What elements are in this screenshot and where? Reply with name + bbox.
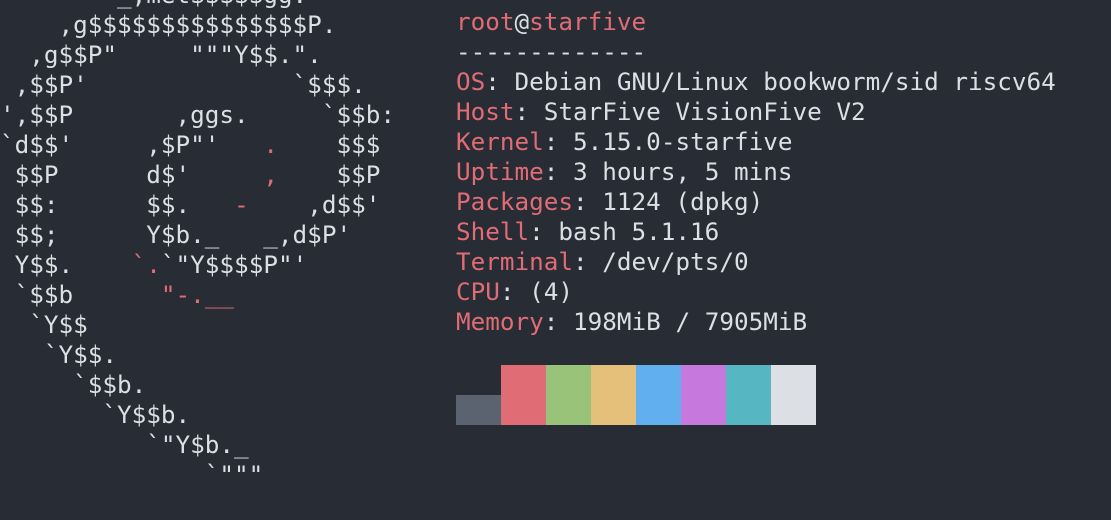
logo-segment: .	[263, 130, 278, 159]
info-row-host: Host: StarFive VisionFive V2	[456, 97, 1056, 127]
info-colon: :	[543, 157, 574, 186]
logo-segment: $$$	[277, 130, 381, 159]
username: root	[456, 7, 515, 36]
info-key: Uptime	[456, 157, 544, 186]
terminal-window[interactable]: _,met$$$$$gg. ,g$$$$$$$$$$$$$$$P. ,g$$P"…	[0, 0, 1111, 520]
info-colon: :	[514, 97, 544, 126]
logo-segment: $$P	[277, 160, 381, 189]
color-swatch	[456, 395, 501, 425]
info-row-kernel: Kernel: 5.15.0-starfive	[456, 127, 1056, 157]
info-key: Memory	[456, 307, 544, 336]
info-key: Shell	[456, 217, 530, 246]
logo-line: `Y$$b.	[0, 400, 395, 430]
at-sign: @	[514, 7, 530, 36]
logo-line: ,$$P' `$$$.	[0, 70, 395, 100]
logo-line: `"""	[0, 460, 395, 490]
info-key: Terminal	[456, 247, 574, 276]
info-colon: :	[573, 187, 603, 216]
color-swatch	[726, 365, 771, 425]
logo-segment: `"Y$$$$P"'	[160, 250, 308, 279]
info-value: 3 hours, 5 mins	[573, 157, 793, 186]
info-value: StarFive VisionFive V2	[543, 97, 866, 126]
info-colon: :	[529, 217, 559, 246]
logo-segment: "-.__	[160, 280, 235, 309]
logo-line: `$$b.	[0, 370, 395, 400]
info-value: (4)	[529, 277, 574, 306]
info-value: bash 5.1.16	[558, 217, 720, 246]
logo-segment: `.	[131, 250, 161, 279]
logo-segment: `$$b.	[0, 370, 147, 399]
info-row-shell: Shell: bash 5.1.16	[456, 217, 1056, 247]
info-key: Packages	[456, 187, 574, 216]
info-key: CPU	[456, 277, 500, 306]
color-swatch	[771, 365, 816, 425]
logo-line: Y$$. `.`"Y$$$$P"'	[0, 250, 395, 280]
logo-segment: `Y$$.	[0, 340, 118, 369]
logo-line: `Y$$.	[0, 340, 395, 370]
logo-segment: ,g$$P" """Y$$.".	[0, 40, 322, 69]
info-colon: :	[573, 247, 603, 276]
color-swatch	[681, 365, 726, 425]
info-row-memory: Memory: 198MiB / 7905MiB	[456, 307, 1056, 337]
info-row-os: OS: Debian GNU/Linux bookworm/sid riscv6…	[456, 67, 1056, 97]
color-swatch	[591, 365, 636, 425]
info-key: OS	[456, 67, 486, 96]
logo-line: _,met$$$$$gg.	[0, 0, 395, 10]
logo-segment: $$: $$.	[0, 190, 235, 219]
logo-segment: Y$$.	[0, 250, 132, 279]
logo-segment: -	[234, 190, 249, 219]
info-key: Kernel	[456, 127, 544, 156]
logo-line: $$: $$. - ,d$$'	[0, 190, 395, 220]
user-host-header: root@starfive	[456, 7, 1056, 37]
info-value: 1124 (dpkg)	[602, 187, 764, 216]
logo-segment: ,$$P' `$$$.	[0, 70, 366, 99]
logo-segment: `d$$' ,$P"'	[0, 130, 264, 159]
logo-segment: ,g$$$$$$$$$$$$$$$P.	[0, 10, 337, 39]
color-swatch	[546, 365, 591, 425]
logo-segment: ,	[263, 160, 278, 189]
color-swatch	[501, 365, 546, 425]
logo-line: $$; Y$b._ _,d$P'	[0, 220, 395, 250]
info-row-uptime: Uptime: 3 hours, 5 mins	[456, 157, 1056, 187]
info-row-packages: Packages: 1124 (dpkg)	[456, 187, 1056, 217]
info-colon: :	[543, 127, 574, 156]
info-key: Host	[456, 97, 515, 126]
logo-segment: ',$$P ,ggs. `$$b:	[0, 100, 395, 129]
logo-segment: $$P d$'	[0, 160, 264, 189]
info-value: 198MiB / 7905MiB	[573, 307, 808, 336]
logo-line: `Y$$	[0, 310, 395, 340]
info-colon: :	[485, 67, 515, 96]
info-colon: :	[543, 307, 574, 336]
logo-line: ,g$$P" """Y$$.".	[0, 40, 395, 70]
logo-line: `$$b "-.__	[0, 280, 395, 310]
color-swatch	[636, 365, 681, 425]
logo-segment: `Y$$b.	[0, 400, 191, 429]
logo-segment: `$$b	[0, 280, 161, 309]
logo-segment: $$; Y$b._ _,d$P'	[0, 220, 352, 249]
logo-line: ,g$$$$$$$$$$$$$$$P.	[0, 10, 395, 40]
logo-line: ',$$P ,ggs. `$$b:	[0, 100, 395, 130]
hostname: starfive	[529, 7, 647, 36]
logo-segment: `"Y$b._	[0, 430, 249, 459]
info-list: OS: Debian GNU/Linux bookworm/sid riscv6…	[456, 67, 1056, 337]
logo-line: $$P d$' , $$P	[0, 160, 395, 190]
info-value: /dev/pts/0	[602, 247, 749, 276]
logo-segment: _,met$$$$$gg.	[0, 0, 307, 9]
logo-segment: `Y$$	[0, 310, 88, 339]
info-row-cpu: CPU: (4)	[456, 277, 1056, 307]
header-separator: -------------	[456, 37, 647, 66]
info-value: 5.15.0-starfive	[573, 127, 793, 156]
logo-segment: ,d$$'	[248, 190, 381, 219]
logo-segment: `"""	[0, 460, 264, 489]
debian-ascii-logo: _,met$$$$$gg. ,g$$$$$$$$$$$$$$$P. ,g$$P"…	[0, 0, 395, 490]
info-row-terminal: Terminal: /dev/pts/0	[456, 247, 1056, 277]
info-value: Debian GNU/Linux bookworm/sid riscv64	[514, 67, 1056, 96]
system-info-panel: root@starfive ------------- OS: Debian G…	[456, 7, 1056, 337]
logo-line: `"Y$b._	[0, 430, 395, 460]
logo-line: `d$$' ,$P"' . $$$	[0, 130, 395, 160]
color-palette	[456, 365, 816, 425]
info-colon: :	[499, 277, 530, 306]
